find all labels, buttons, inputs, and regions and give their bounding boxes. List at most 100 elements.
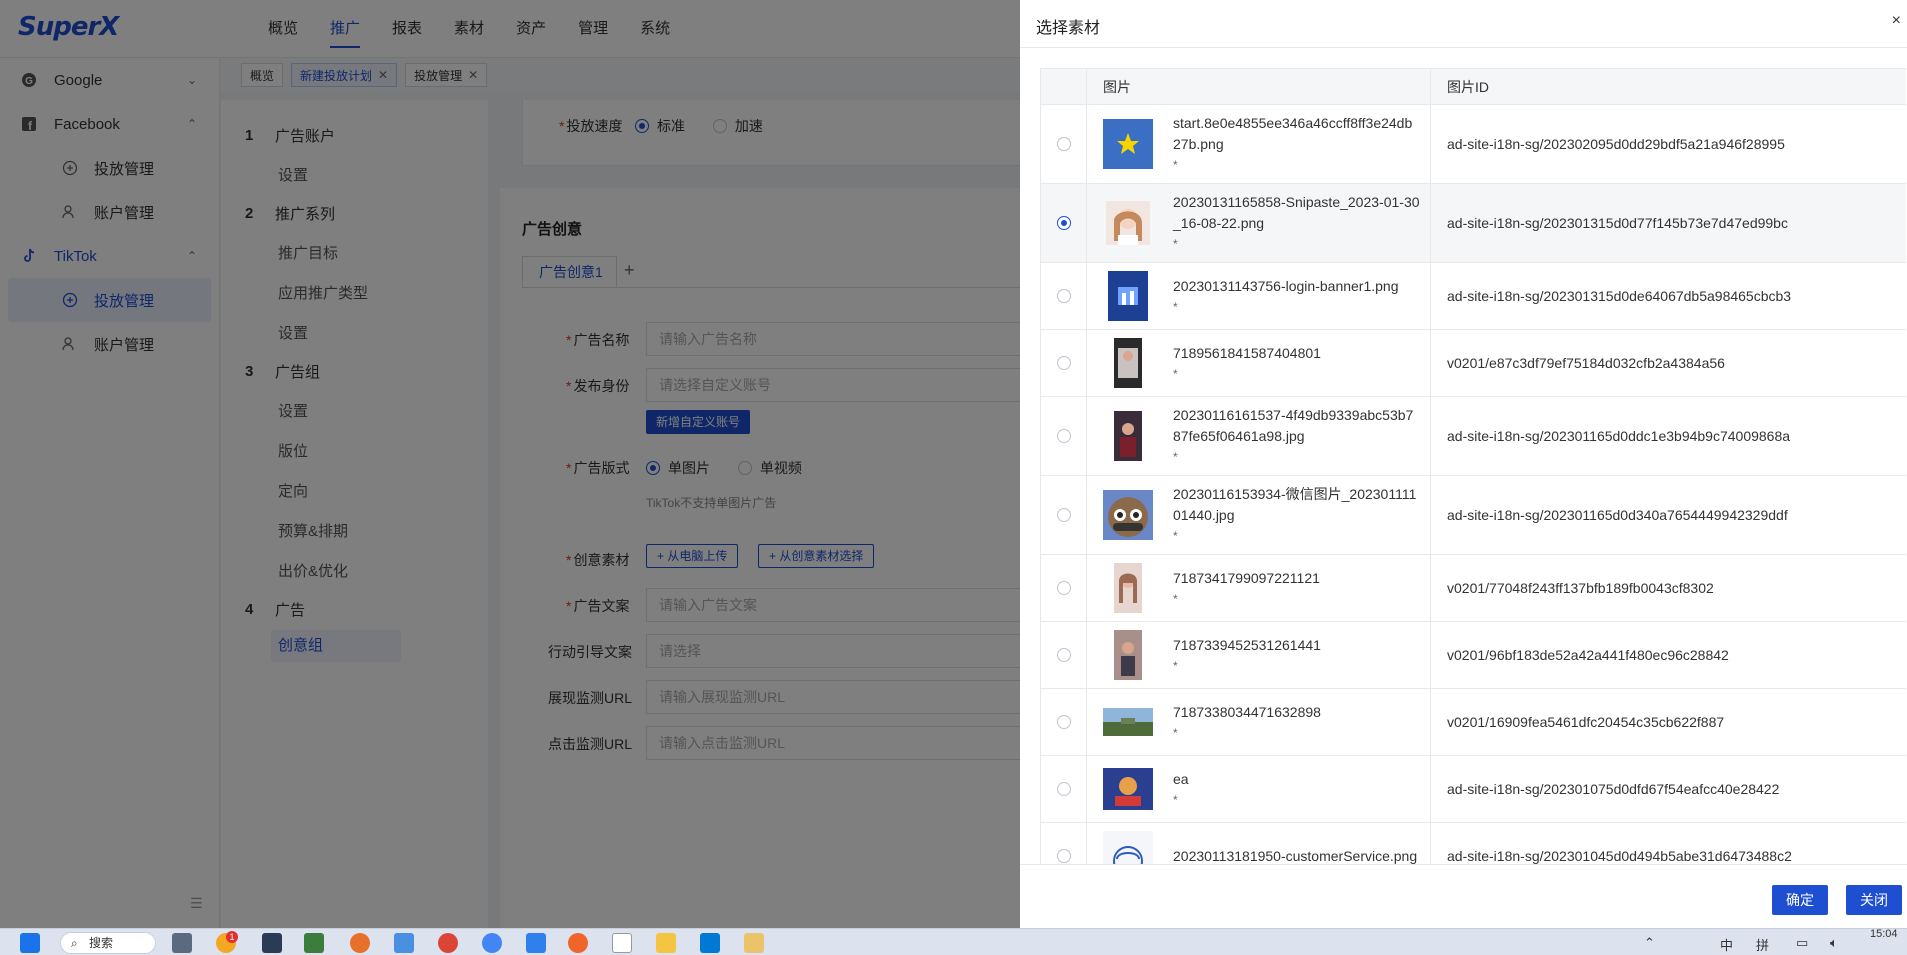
image-cell-content: 20230113181950-customerService.png	[1103, 831, 1420, 864]
image-cell-content: ea *	[1103, 764, 1420, 814]
select-column-header	[1040, 68, 1087, 105]
row-radio[interactable]	[1056, 429, 1071, 443]
image-id-cell: ad-site-i18n-sg/202301165d0d340a76544499…	[1430, 475, 1906, 555]
confirm-button[interactable]: 确定	[1772, 885, 1828, 915]
thumbnail-image[interactable]	[1103, 338, 1153, 388]
close-button[interactable]: 关闭	[1846, 885, 1902, 915]
table-row[interactable]: 20230131165858-Snipaste_2023-01-30_16-08…	[1040, 183, 1906, 263]
table-row[interactable]: 7187341799097221121 * v0201/77048f243ff137…	[1040, 554, 1906, 622]
chrome-icon[interactable]	[482, 933, 502, 953]
image-cell: 20230116161537-4f49db9339abc53b787fe65f0…	[1086, 396, 1431, 476]
thumbnail-image[interactable]	[1103, 697, 1153, 747]
row-radio[interactable]	[1056, 216, 1071, 230]
table-row[interactable]: ea * ad-site-i18n-sg/202301075d0dfd67f54ea…	[1040, 755, 1906, 823]
os-taskbar: ⌕ 搜索 1 ⌃ 中 拼 ▭ 🔈︎ 15:04	[0, 928, 1907, 955]
image-cell-content: 7187341799097221121 *	[1103, 563, 1420, 613]
row-radio[interactable]	[1056, 137, 1071, 151]
table-row[interactable]: 7187338034471632898 * v0201/16909fea5461df…	[1040, 688, 1906, 756]
table-row[interactable]: 20230113181950-customerService.png ad-sit…	[1040, 822, 1906, 864]
chrome-icon[interactable]	[438, 933, 458, 953]
thumbnail-image[interactable]	[1103, 271, 1153, 321]
app-icon[interactable]	[262, 933, 282, 953]
app-icon[interactable]	[394, 933, 414, 953]
file-name-text: 20230113181950-customerService.png	[1173, 847, 1418, 864]
row-radio[interactable]	[1056, 289, 1071, 303]
row-select-cell	[1040, 475, 1087, 555]
thumbnail-image[interactable]	[1103, 198, 1153, 248]
file-name-text: 20230116161537-4f49db9339abc53b787fe65f0…	[1173, 407, 1414, 444]
thumbnail-image[interactable]	[1103, 630, 1153, 680]
table-row[interactable]: 7189561841587404801 * v0201/e87c3df79ef751…	[1040, 329, 1906, 397]
tray-ime[interactable]: 中	[1720, 935, 1733, 954]
row-select-cell	[1040, 621, 1087, 689]
row-radio[interactable]	[1056, 849, 1071, 863]
row-select-cell	[1040, 554, 1087, 622]
thumbnail-image[interactable]	[1103, 119, 1153, 169]
image-cell-content: 20230131143756-login-banner1.png *	[1103, 271, 1420, 321]
file-name-text: 7187339452531261441	[1173, 636, 1321, 653]
column-header: 图片	[1086, 68, 1431, 105]
thumbnail-image[interactable]	[1103, 490, 1153, 540]
file-name-text: start.8e0e4855ee346a46ccff8ff3e24db27b.p…	[1173, 115, 1413, 152]
file-name-text: 7189561841587404801	[1173, 344, 1321, 361]
image-cell: 20230113181950-customerService.png	[1086, 822, 1431, 864]
folder-icon[interactable]	[656, 933, 676, 953]
app-icon[interactable]	[612, 933, 632, 953]
file-name: 20230113181950-customerService.png	[1173, 846, 1417, 865]
file-name-text: 7187338034471632898	[1173, 703, 1321, 720]
thumbnail-image[interactable]	[1103, 831, 1153, 864]
file-name-text: 20230131165858-Snipaste_2023-01-30_16-08…	[1173, 194, 1420, 231]
thumbnail-image[interactable]	[1103, 764, 1153, 814]
app-icon[interactable]	[350, 933, 370, 953]
file-required-mark: *	[1173, 299, 1178, 314]
vscode-icon[interactable]	[526, 933, 546, 953]
image-cell-content: 7187338034471632898 *	[1103, 697, 1420, 747]
volume-icon[interactable]: 🔈︎	[1830, 935, 1838, 951]
table-row[interactable]: 20230116153934-微信图片_20230111101440.jpg * a…	[1040, 475, 1906, 555]
row-radio[interactable]	[1056, 715, 1071, 729]
file-name-text: 7187341799097221121	[1173, 569, 1320, 586]
image-cell: 20230131143756-login-banner1.png *	[1086, 262, 1431, 330]
row-radio[interactable]	[1056, 782, 1071, 796]
app-icon[interactable]	[304, 933, 324, 953]
row-radio[interactable]	[1056, 356, 1071, 370]
image-id-cell: v0201/16909fea5461dfc20454c35cb622f887	[1430, 688, 1906, 756]
file-name: 20230131165858-Snipaste_2023-01-30_16-08…	[1173, 192, 1420, 254]
file-required-mark: *	[1173, 591, 1178, 606]
row-select-cell	[1040, 396, 1087, 476]
row-radio[interactable]	[1056, 581, 1071, 595]
image-cell: 7187341799097221121 *	[1086, 554, 1431, 622]
image-cell: ea *	[1086, 755, 1431, 823]
app-icon[interactable]	[700, 933, 720, 953]
file-required-mark: *	[1173, 725, 1178, 740]
table-row[interactable]: 7187339452531261441 * v0201/96bf183de52a42…	[1040, 621, 1906, 689]
app-icon[interactable]	[744, 933, 764, 953]
table-row[interactable]: 20230131143756-login-banner1.png * ad-site…	[1040, 262, 1906, 330]
row-select-cell	[1040, 262, 1087, 330]
tray-pinyin[interactable]: 拼	[1756, 935, 1769, 954]
file-name-text: 20230116153934-微信图片_20230111101440.jpg	[1173, 486, 1417, 523]
image-cell-content: 20230131165858-Snipaste_2023-01-30_16-08…	[1103, 192, 1420, 254]
column-header: 图片ID	[1430, 68, 1906, 105]
thumbnail-image[interactable]	[1103, 563, 1153, 613]
network-icon[interactable]: ▭	[1796, 935, 1808, 951]
thumbnail-image[interactable]	[1103, 411, 1153, 461]
close-icon[interactable]: ×	[1892, 12, 1901, 30]
table-row[interactable]: 20230116161537-4f49db9339abc53b787fe65f0…	[1040, 396, 1906, 476]
app-icon[interactable]	[568, 933, 588, 953]
table-header: 图片 图片ID	[1040, 68, 1906, 105]
image-id-cell: v0201/e87c3df79ef75184d032cfb2a4384a56	[1430, 329, 1906, 397]
image-cell: 7187339452531261441 *	[1086, 621, 1431, 689]
task-view-icon[interactable]	[172, 933, 192, 953]
taskbar-search[interactable]: ⌕ 搜索	[60, 932, 156, 954]
tray-chevron-icon[interactable]: ⌃	[1644, 935, 1655, 951]
file-required-mark: *	[1173, 792, 1178, 807]
row-radio[interactable]	[1056, 648, 1071, 662]
image-cell-content: 7187339452531261441 *	[1103, 630, 1420, 680]
table-row[interactable]: start.8e0e4855ee346a46ccff8ff3e24db27b.p…	[1040, 104, 1906, 184]
clock: 15:04	[1870, 928, 1898, 940]
image-id-cell: v0201/96bf183de52a42a441f480ec96c28842	[1430, 621, 1906, 689]
windows-start-icon[interactable]	[20, 933, 40, 953]
row-radio[interactable]	[1056, 508, 1071, 522]
select-material-drawer: 选择素材 × 图片 图片ID start.8e0e4855ee346a46ccf…	[1020, 0, 1907, 928]
